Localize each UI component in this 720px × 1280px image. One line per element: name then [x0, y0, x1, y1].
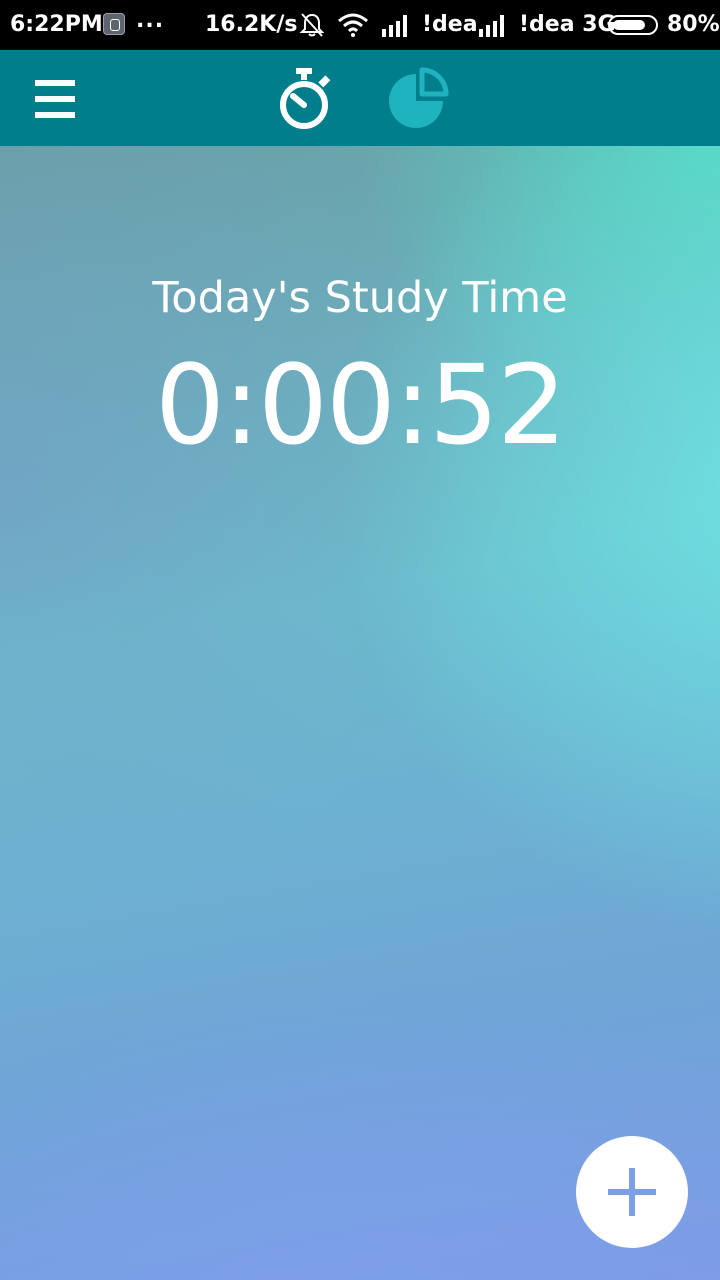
- wifi-icon: [338, 13, 368, 37]
- bell-off-icon: [299, 13, 325, 37]
- status-time: 6:22PM: [10, 12, 103, 37]
- app-bar: [0, 50, 720, 146]
- tab-timer[interactable]: [266, 60, 342, 136]
- battery-percent: 80%: [667, 12, 720, 37]
- battery-level: [613, 20, 645, 30]
- carrier-1: !dea: [422, 12, 478, 37]
- sim-icon: [103, 13, 125, 35]
- status-more: ...: [136, 8, 165, 33]
- carrier-2: !dea 3G: [519, 12, 616, 37]
- study-time-value: 0:00:52: [154, 341, 567, 469]
- stopwatch-icon: [280, 68, 331, 129]
- battery-icon: [608, 15, 658, 35]
- status-speed: 16.2K/s: [205, 12, 298, 37]
- app-screen: 6:22PM ... 16.2K/s !dea !dea 3G 80% Toda…: [0, 0, 720, 1280]
- signal-icon: [479, 15, 504, 37]
- pie-chart-icon: [389, 67, 449, 128]
- menu-button[interactable]: [20, 68, 90, 128]
- add-button[interactable]: [576, 1136, 688, 1248]
- status-bar: 6:22PM ... 16.2K/s !dea !dea 3G 80%: [0, 0, 720, 50]
- study-time-title: Today's Study Time: [152, 273, 568, 323]
- tab-statistics[interactable]: [380, 60, 456, 136]
- signal-icon: [382, 15, 407, 37]
